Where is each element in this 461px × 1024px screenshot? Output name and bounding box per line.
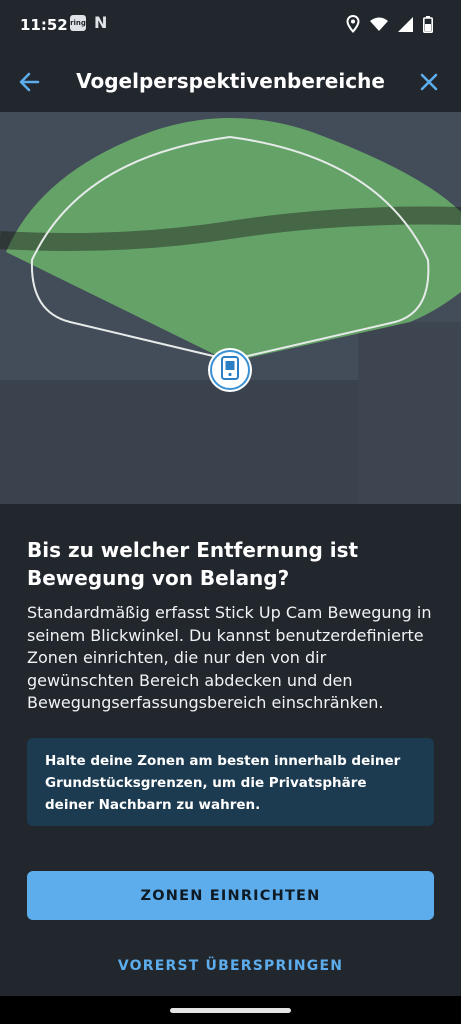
ring-app-icon: ring xyxy=(70,15,86,31)
map-canvas xyxy=(0,112,461,504)
section-headline: Bis zu welcher Entfernung ist Bewegung v… xyxy=(27,538,359,590)
status-bar: 11:52 ring N xyxy=(0,0,461,52)
cell-signal-icon xyxy=(398,16,413,32)
page-title: Vogelperspektivenbereiche xyxy=(76,69,385,93)
birds-eye-map[interactable] xyxy=(0,112,461,504)
home-gesture-handle[interactable] xyxy=(170,1008,291,1013)
top-app-bar: Vogelperspektivenbereiche xyxy=(0,52,461,112)
wifi-icon xyxy=(370,17,388,31)
privacy-tip-box: Halte deine Zonen am besten innerhalb de… xyxy=(27,738,434,826)
setup-zones-button[interactable]: ZONEN EINRICHTEN xyxy=(27,871,434,920)
arrow-left-icon xyxy=(19,72,40,92)
location-icon xyxy=(346,15,360,33)
section-body: Standardmäßig erfasst Stick Up Cam Beweg… xyxy=(27,603,432,712)
skip-for-now-label: VORERST ÜBERSPRINGEN xyxy=(117,958,344,974)
close-button[interactable] xyxy=(415,68,443,96)
close-icon xyxy=(420,73,438,91)
back-button[interactable] xyxy=(16,68,44,96)
setup-zones-label: ZONEN EINRICHTEN xyxy=(140,887,321,904)
n-app-icon: N xyxy=(94,13,108,32)
camera-device-icon[interactable] xyxy=(208,348,252,392)
system-icons xyxy=(346,15,433,33)
battery-icon xyxy=(423,15,433,33)
explanation-section: Bis zu welcher Entfernung ist Bewegung v… xyxy=(27,536,434,715)
map-building xyxy=(358,322,461,504)
skip-for-now-link[interactable]: VORERST ÜBERSPRINGEN xyxy=(0,955,461,974)
status-time: 11:52 xyxy=(20,16,68,34)
notification-icons: ring N xyxy=(70,15,107,31)
privacy-tip-text: Halte deine Zonen am besten innerhalb de… xyxy=(45,753,401,813)
system-navigation-bar xyxy=(0,996,461,1024)
